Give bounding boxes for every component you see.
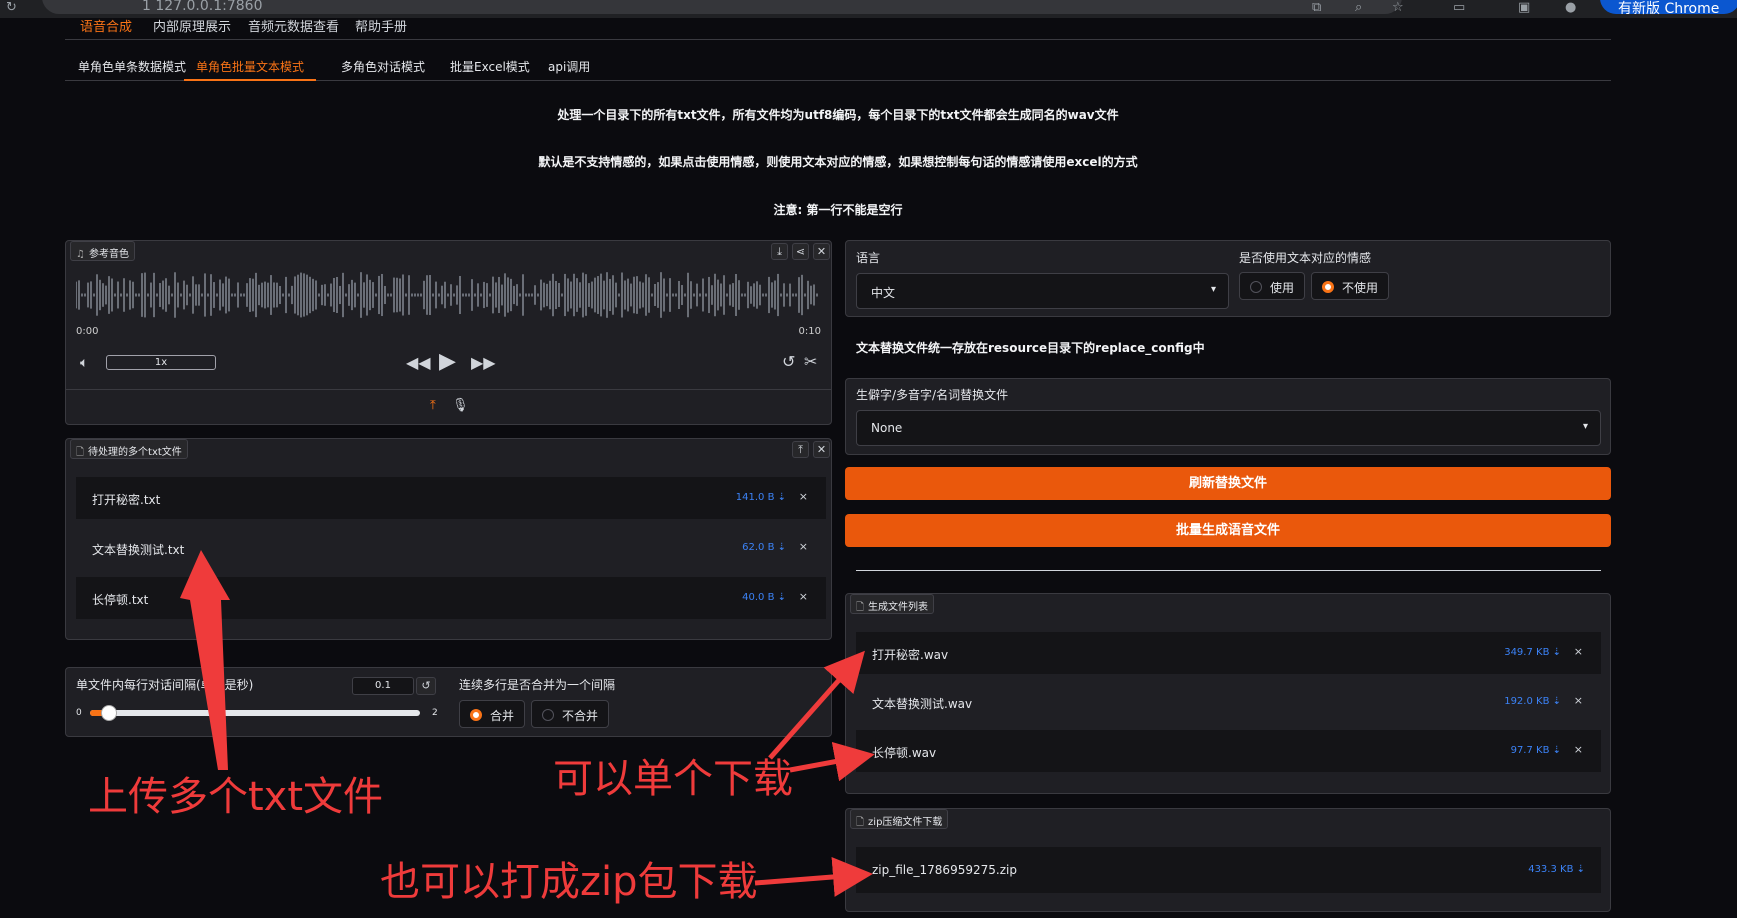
annotation-zip: 也可以打成zip包下载: [380, 859, 758, 905]
single-arrow-1: [768, 650, 865, 760]
upload-arrow: [180, 550, 230, 770]
zip-arrow: [754, 856, 873, 897]
annotation-upload: 上传多个txt文件: [88, 774, 384, 820]
annotation-single: 可以单个下载: [553, 756, 793, 802]
single-arrow-2: [789, 741, 875, 782]
